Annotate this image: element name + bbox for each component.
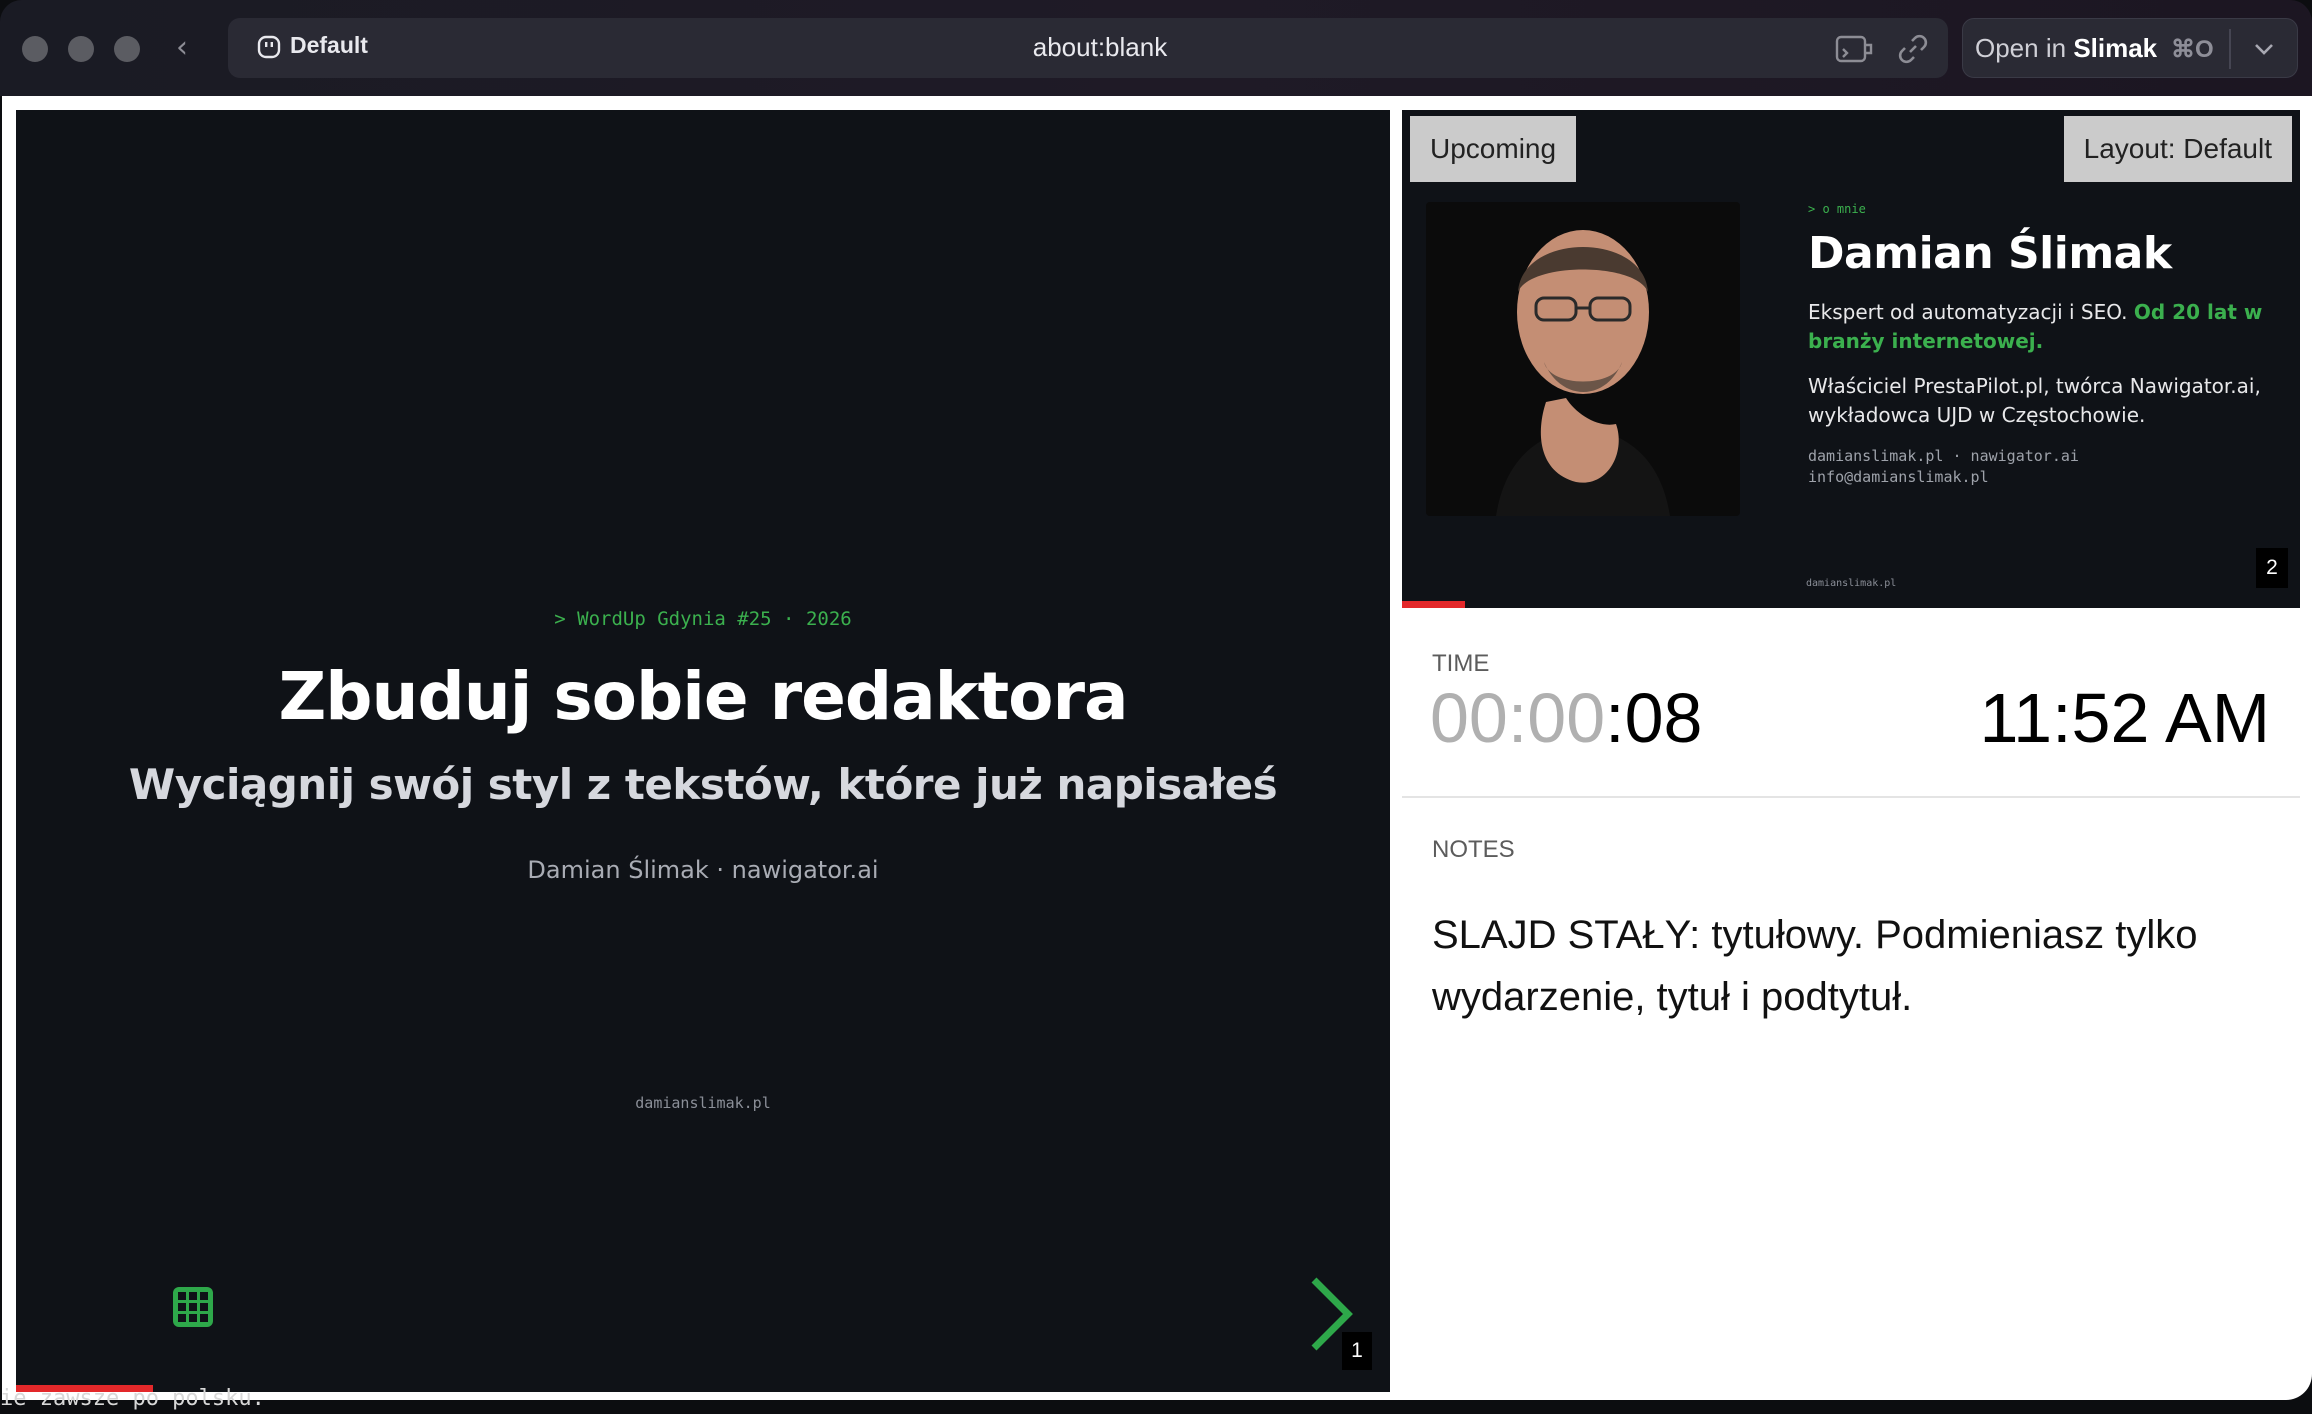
chevron-down-icon[interactable] — [2249, 29, 2279, 69]
section-divider — [1402, 796, 2300, 798]
link-icon[interactable] — [1896, 32, 1930, 66]
slide-event-line: > WordUp Gdynia #25 · 2026 — [554, 608, 852, 630]
minimize-window-button[interactable] — [68, 36, 94, 62]
wall-clock: 11:52 AM — [1979, 679, 2270, 757]
open-in-label[interactable]: Open in Slimak — [1975, 33, 2157, 64]
slide-author: Damian Ślimak · nawigator.ai — [527, 856, 879, 884]
about-kicker: > o mnie — [1808, 202, 1866, 216]
upcoming-slide-footer: damianslimak.pl — [1806, 578, 1897, 589]
open-in-shortcut: ⌘O — [2171, 36, 2214, 63]
upcoming-slide[interactable]: Upcoming Layout: Default > o mnie Damian… — [1402, 110, 2300, 608]
open-in-app-button[interactable]: Open in Slimak ⌘O — [1962, 18, 2298, 78]
zoom-window-button[interactable] — [114, 36, 140, 62]
browser-toolbar: ‹ Default about:blank Open in Slimak ⌘O — [0, 0, 2312, 96]
upcoming-label: Upcoming — [1410, 116, 1577, 182]
speaker-notes: SLAJD STAŁY: tytułowy. Podmieniasz tylko… — [1432, 913, 2198, 1019]
back-arrow-icon[interactable]: ‹ — [176, 30, 202, 66]
cast-icon[interactable] — [1834, 32, 1874, 66]
upcoming-slide-number: 2 — [2256, 548, 2288, 588]
contact-line-email: info@damianslimak.pl — [1808, 468, 1989, 486]
current-slide[interactable]: > WordUp Gdynia #25 · 2026 Zbuduj sobie … — [16, 110, 1390, 1392]
timer-dim-part: 00:00 — [1430, 679, 1606, 757]
presenter-view: > WordUp Gdynia #25 · 2026 Zbuduj sobie … — [2, 96, 2312, 1400]
speaker-portrait-image — [1426, 202, 1740, 516]
slide-footer: damianslimak.pl — [635, 1094, 771, 1112]
timer-active-part: :08 — [1605, 679, 1703, 757]
elapsed-timer[interactable]: 00:00:08 — [1430, 678, 1702, 758]
url-text[interactable]: about:blank — [228, 32, 1972, 63]
slide-title: Zbuduj sobie redaktora — [278, 658, 1128, 735]
speaker-photo — [1426, 202, 1740, 516]
background-terminal-text: ie zawsze po polsku. — [0, 1386, 265, 1411]
speaker-name: Damian Ślimak — [1808, 228, 2172, 279]
slide-subtitle: Wyciągnij swój styl z tekstów, które już… — [128, 760, 1278, 809]
time-label: TIME — [1432, 650, 1490, 677]
current-slide-number: 1 — [1342, 1332, 1372, 1370]
layout-button[interactable]: Layout: Default — [2063, 116, 2292, 182]
upcoming-slide-progress-bar — [1402, 601, 1465, 608]
close-window-button[interactable] — [22, 36, 48, 62]
notes-label: NOTES — [1432, 836, 1515, 863]
slide-grid-icon[interactable] — [172, 1286, 214, 1328]
contact-line-websites: damianslimak.pl · nawigator.ai — [1808, 447, 2079, 465]
speaker-contact: damianslimak.pl · nawigator.ai info@dami… — [1808, 446, 2079, 488]
speaker-bio-second: Właściciel PrestaPilot.pl, twórca Nawiga… — [1808, 374, 2261, 427]
address-bar[interactable]: Default about:blank — [228, 18, 1948, 78]
button-divider — [2229, 29, 2231, 69]
speaker-bio: Ekspert od automatyzacji i SEO. Od 20 la… — [1808, 300, 2263, 353]
